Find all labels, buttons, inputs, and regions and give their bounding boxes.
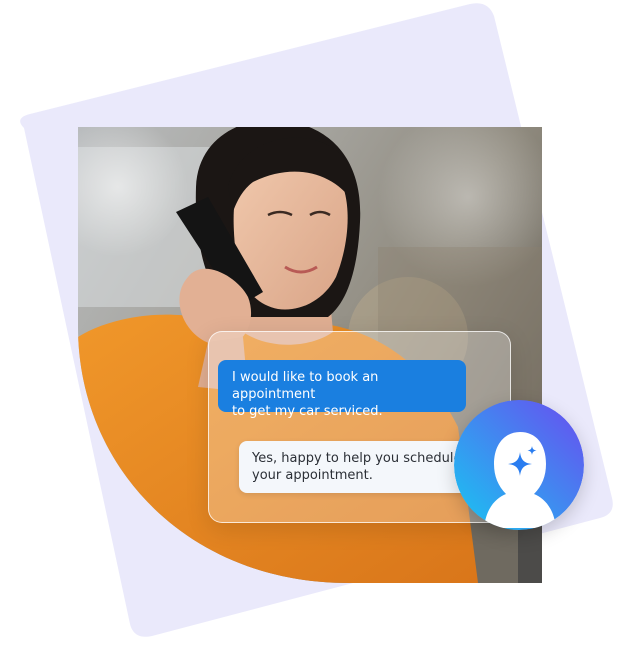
hero-illustration: I would like to book an appointment to g… — [0, 0, 626, 648]
user-message-line-1: I would like to book an appointment — [232, 370, 379, 402]
bot-message-line-2: your appointment. — [252, 468, 373, 483]
ai-assistant-sparkle-icon — [454, 400, 584, 530]
bot-message-bubble: Yes, happy to help you schedule your app… — [239, 441, 479, 493]
user-message-line-2: to get my car serviced. — [232, 404, 383, 419]
ai-assistant-avatar — [454, 400, 584, 530]
bot-message-line-1: Yes, happy to help you schedule — [252, 451, 462, 466]
user-message-bubble: I would like to book an appointment to g… — [218, 360, 466, 419]
